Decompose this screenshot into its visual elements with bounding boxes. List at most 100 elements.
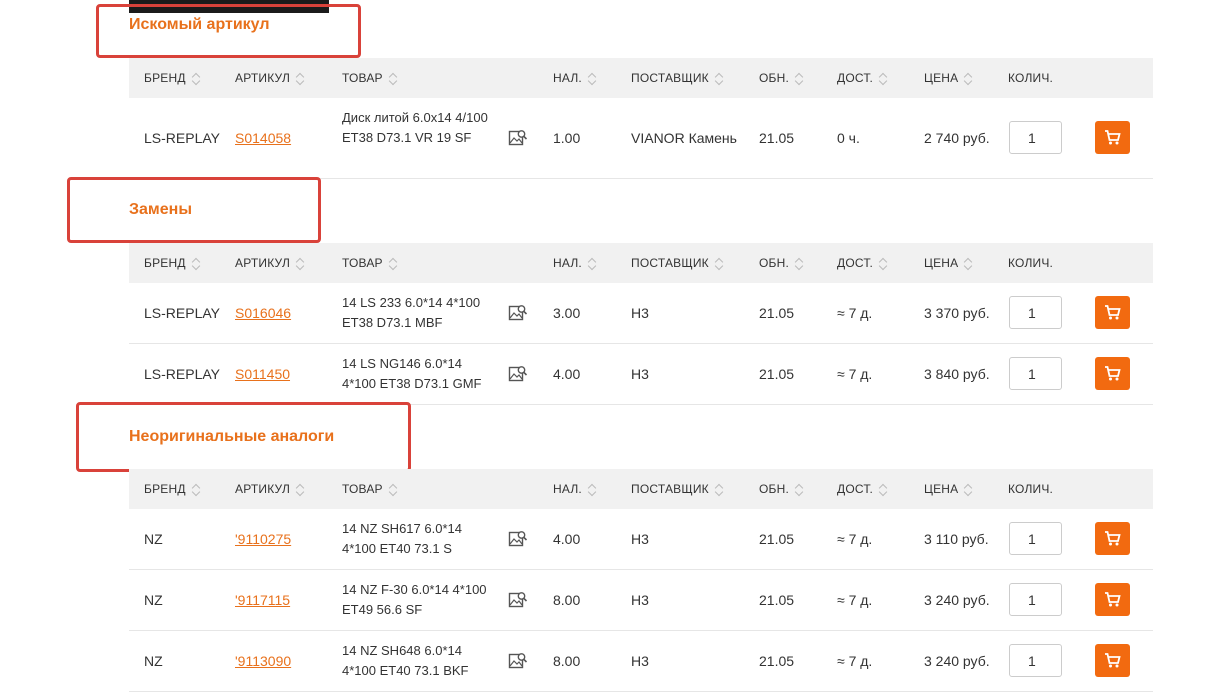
brand-cell: NZ bbox=[144, 592, 163, 608]
cart-icon bbox=[1105, 653, 1121, 668]
supplier-cell: Н3 bbox=[631, 653, 649, 669]
delivery-cell: ≈ 7 д. bbox=[837, 653, 873, 669]
sort-icon[interactable] bbox=[192, 72, 200, 86]
sort-icon[interactable] bbox=[192, 257, 200, 271]
sort-icon[interactable] bbox=[879, 483, 887, 497]
col-stock[interactable]: НАЛ. bbox=[553, 469, 596, 509]
col-supplier[interactable]: ПОСТАВЩИК bbox=[631, 58, 723, 98]
sort-icon[interactable] bbox=[588, 72, 596, 86]
sort-icon[interactable] bbox=[588, 483, 596, 497]
article-link[interactable]: S011450 bbox=[235, 366, 290, 382]
sort-icon[interactable] bbox=[715, 483, 723, 497]
sort-icon[interactable] bbox=[964, 72, 972, 86]
product-name: 14 NZ SH617 6.0*14 4*100 ET40 73.1 S bbox=[342, 521, 462, 556]
quantity-input[interactable] bbox=[1009, 121, 1062, 154]
supplier-cell: Н3 bbox=[631, 531, 649, 547]
quantity-input[interactable] bbox=[1009, 583, 1062, 616]
price-cell: 3 240 руб. bbox=[924, 592, 990, 608]
sort-icon[interactable] bbox=[964, 257, 972, 271]
price-cell: 3 840 руб. bbox=[924, 366, 990, 382]
sort-icon[interactable] bbox=[192, 483, 200, 497]
col-price[interactable]: ЦЕНА bbox=[924, 58, 972, 98]
supplier-cell: Н3 bbox=[631, 366, 649, 382]
col-stock[interactable]: НАЛ. bbox=[553, 243, 596, 283]
col-article[interactable]: АРТИКУЛ bbox=[235, 469, 304, 509]
highlight-box bbox=[67, 177, 321, 243]
sort-icon[interactable] bbox=[588, 257, 596, 271]
sort-icon[interactable] bbox=[795, 72, 803, 86]
col-supplier[interactable]: ПОСТАВЩИК bbox=[631, 243, 723, 283]
sort-icon[interactable] bbox=[964, 483, 972, 497]
supplier-cell: Н3 bbox=[631, 305, 649, 321]
col-article[interactable]: АРТИКУЛ bbox=[235, 243, 304, 283]
quantity-input[interactable] bbox=[1009, 522, 1062, 555]
add-to-cart-button[interactable] bbox=[1095, 522, 1130, 555]
col-delivery[interactable]: ДОСТ. bbox=[837, 469, 887, 509]
sort-icon[interactable] bbox=[795, 483, 803, 497]
article-link[interactable]: '9117115 bbox=[235, 592, 290, 608]
article-link[interactable]: '9110275 bbox=[235, 531, 291, 547]
price-cell: 2 740 руб. bbox=[924, 130, 990, 146]
sort-icon[interactable] bbox=[715, 72, 723, 86]
sort-icon[interactable] bbox=[296, 257, 304, 271]
sort-icon[interactable] bbox=[389, 483, 397, 497]
quantity-input[interactable] bbox=[1009, 644, 1062, 677]
image-search-icon[interactable] bbox=[508, 128, 528, 148]
col-delivery[interactable]: ДОСТ. bbox=[837, 243, 887, 283]
add-to-cart-button[interactable] bbox=[1095, 296, 1130, 329]
sort-icon[interactable] bbox=[296, 483, 304, 497]
sort-icon[interactable] bbox=[795, 257, 803, 271]
col-product[interactable]: ТОВАР bbox=[342, 58, 397, 98]
product-name: 14 NZ SH648 6.0*14 4*100 ET40 73.1 BKF bbox=[342, 643, 469, 678]
delivery-cell: 0 ч. bbox=[837, 130, 860, 146]
col-qty: КОЛИЧ. bbox=[1008, 482, 1054, 496]
add-to-cart-button[interactable] bbox=[1095, 583, 1130, 616]
supplier-cell: Н3 bbox=[631, 592, 649, 608]
image-search-icon[interactable] bbox=[508, 364, 528, 384]
article-link[interactable]: S016046 bbox=[235, 305, 291, 321]
sort-icon[interactable] bbox=[879, 257, 887, 271]
image-search-icon[interactable] bbox=[508, 529, 528, 549]
col-brand[interactable]: БРЕНД bbox=[144, 243, 200, 283]
article-link[interactable]: S014058 bbox=[235, 130, 291, 146]
quantity-input[interactable] bbox=[1009, 357, 1062, 390]
add-to-cart-button[interactable] bbox=[1095, 644, 1130, 677]
add-to-cart-button[interactable] bbox=[1095, 357, 1130, 390]
sort-icon[interactable] bbox=[296, 72, 304, 86]
cart-icon bbox=[1105, 592, 1121, 607]
image-search-icon[interactable] bbox=[508, 651, 528, 671]
col-brand[interactable]: БРЕНД bbox=[144, 469, 200, 509]
col-product[interactable]: ТОВАР bbox=[342, 243, 397, 283]
updated-cell: 21.05 bbox=[759, 366, 795, 382]
sort-icon[interactable] bbox=[715, 257, 723, 271]
sort-icon[interactable] bbox=[879, 72, 887, 86]
add-to-cart-button[interactable] bbox=[1095, 121, 1130, 154]
col-updated[interactable]: ОБН. bbox=[759, 243, 803, 283]
col-updated[interactable]: ОБН. bbox=[759, 469, 803, 509]
stock-cell: 4.00 bbox=[553, 366, 581, 382]
col-stock[interactable]: НАЛ. bbox=[553, 58, 596, 98]
table-row: LS-REPLAY S011450 14 LS NG146 6.0*14 4*1… bbox=[129, 344, 1153, 405]
price-cell: 3 110 руб. bbox=[924, 531, 989, 547]
col-price[interactable]: ЦЕНА bbox=[924, 243, 972, 283]
delivery-cell: ≈ 7 д. bbox=[837, 592, 873, 608]
brand-cell: NZ bbox=[144, 653, 163, 669]
col-supplier[interactable]: ПОСТАВЩИК bbox=[631, 469, 723, 509]
col-updated[interactable]: ОБН. bbox=[759, 58, 803, 98]
quantity-input[interactable] bbox=[1009, 296, 1062, 329]
section-title-analogs: Неоригинальные аналоги bbox=[129, 428, 335, 445]
col-price[interactable]: ЦЕНА bbox=[924, 469, 972, 509]
col-delivery[interactable]: ДОСТ. bbox=[837, 58, 887, 98]
col-brand[interactable]: БРЕНД bbox=[144, 58, 200, 98]
article-link[interactable]: '9113090 bbox=[235, 653, 291, 669]
col-product[interactable]: ТОВАР bbox=[342, 469, 397, 509]
sort-icon[interactable] bbox=[389, 257, 397, 271]
cart-icon bbox=[1105, 531, 1121, 546]
image-search-icon[interactable] bbox=[508, 590, 528, 610]
sort-icon[interactable] bbox=[389, 72, 397, 86]
image-search-icon[interactable] bbox=[508, 303, 528, 323]
table-row: NZ '9110275 14 NZ SH617 6.0*14 4*100 ET4… bbox=[129, 509, 1153, 570]
section-title-replacements: Замены bbox=[129, 201, 192, 218]
col-article[interactable]: АРТИКУЛ bbox=[235, 58, 304, 98]
product-name: 14 LS NG146 6.0*14 4*100 ET38 D73.1 GMF bbox=[342, 356, 482, 391]
